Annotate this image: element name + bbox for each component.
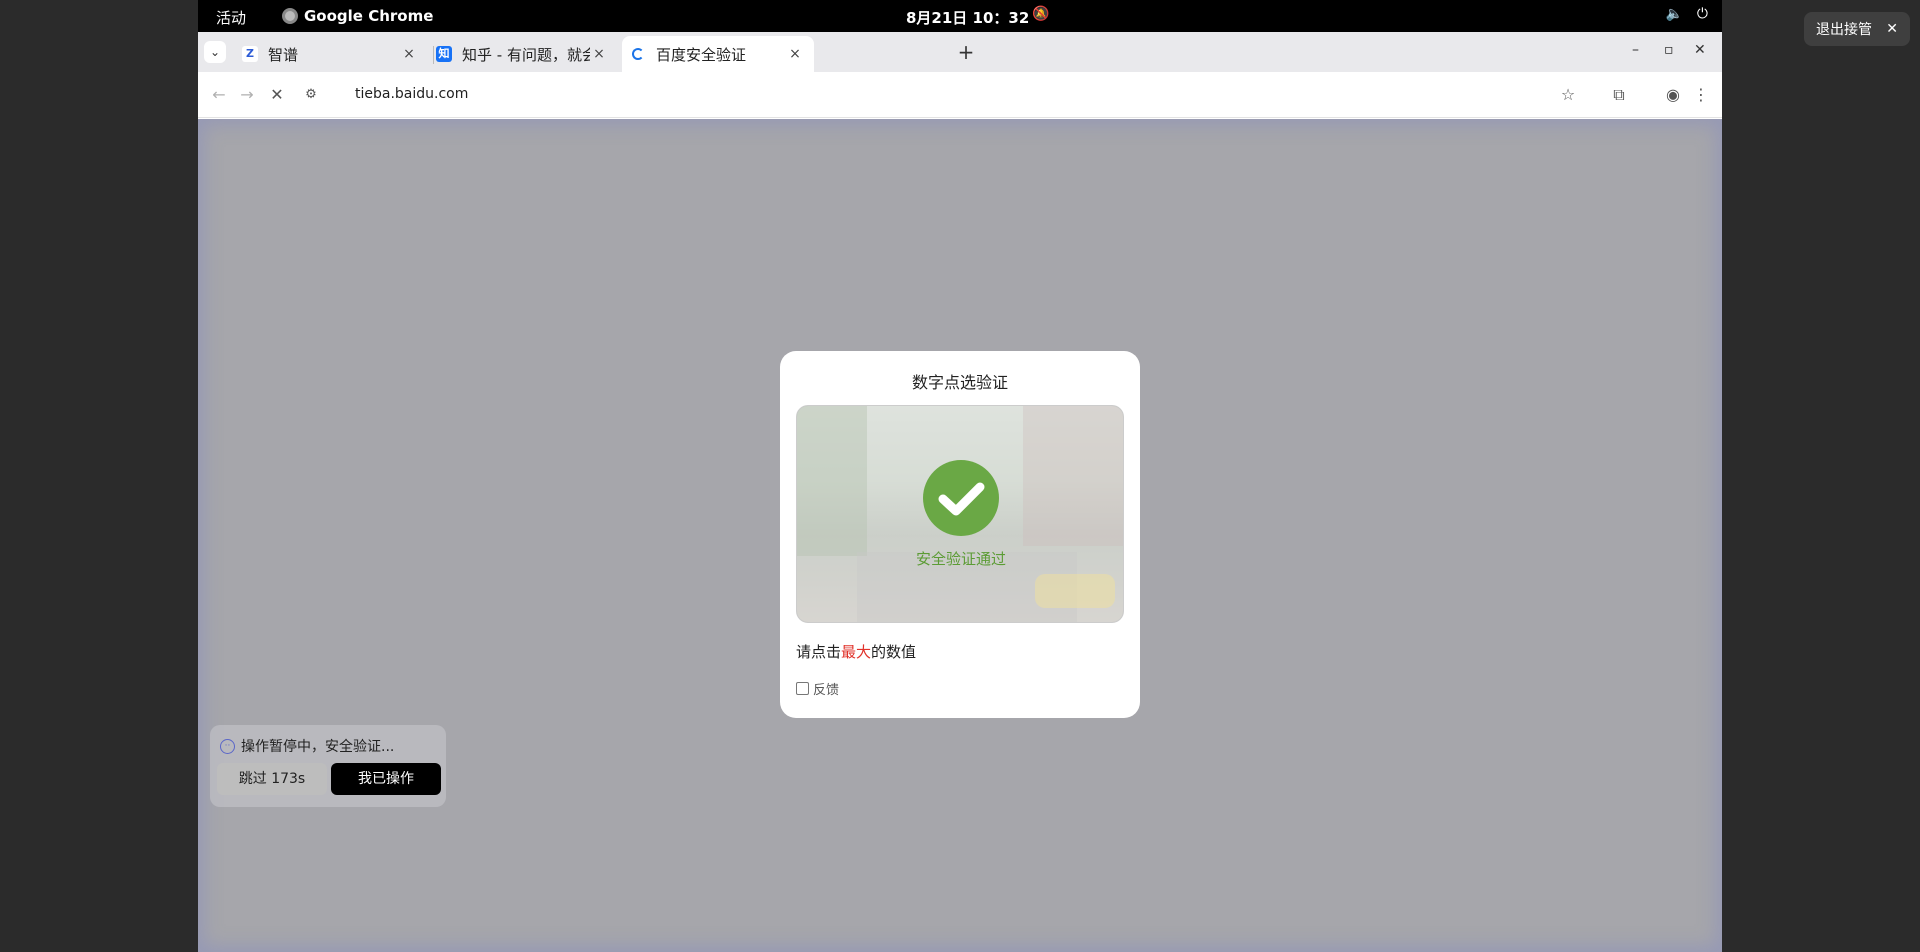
done-button[interactable]: 我已操作 [331, 763, 441, 795]
volume-icon: 🔈 [1665, 6, 1683, 22]
success-check-icon [923, 460, 999, 536]
close-icon: ✕ [1886, 21, 1898, 37]
stop-loading-icon[interactable]: ✕ [266, 84, 288, 106]
minimize-icon[interactable]: – [1632, 42, 1639, 58]
captcha-dialog: 数字点选验证 安全验证通过 请点击最大的数值 反馈 [780, 351, 1140, 718]
loading-spinner-icon [632, 48, 644, 60]
power-icon: ⏻ [1696, 6, 1708, 22]
tab-close-icon[interactable]: × [590, 46, 608, 62]
extensions-icon[interactable]: ⧉ [1608, 84, 1630, 106]
zhipu-favicon-icon: Z [242, 46, 258, 62]
feedback-icon [796, 682, 809, 695]
paused-panel: ·· 操作暂停中，安全验证... 跳过 173s 我已操作 [210, 725, 446, 807]
tab-zhipu[interactable]: Z 智谱 × [232, 36, 428, 72]
exit-takeover-button[interactable]: 退出接管 ✕ [1804, 12, 1910, 46]
window-close-icon[interactable]: ✕ [1694, 42, 1706, 58]
clock[interactable]: 8月21日 10：32 [906, 7, 1029, 28]
tab-title: 智谱 [268, 45, 299, 64]
browser-toolbar: ← → ✕ ⚙ tieba.baidu.com ☆ ⧉ ◉ ⋮ [198, 72, 1722, 118]
verification-passed-text: 安全验证通过 [915, 550, 1006, 568]
paused-status-text: 操作暂停中，安全验证... [241, 739, 395, 755]
profile-icon[interactable]: ◉ [1662, 84, 1684, 106]
bell-muted-icon: 🔕 [1032, 6, 1050, 22]
tab-strip: ⌄ Z 智谱 × 知 知乎 - 有问题，就会有答案 × 百度安全验证 × + –… [198, 32, 1722, 72]
tab-title: 知乎 - 有问题，就会有答案 [462, 45, 590, 64]
instruction-suffix: 的数值 [871, 643, 917, 661]
tab-search-button[interactable]: ⌄ [204, 41, 226, 63]
system-menu[interactable]: 🔈 ⏻ [1665, 6, 1708, 22]
page-overlay: 数字点选验证 安全验证通过 请点击最大的数值 反馈 ·· 操作暂停中，安全验证.… [198, 119, 1722, 952]
activities-button[interactable]: 活动 [216, 7, 246, 28]
zhihu-favicon-icon: 知 [436, 46, 452, 62]
tab-title: 百度安全验证 [656, 45, 747, 64]
chrome-menu-icon[interactable]: ⋮ [1690, 84, 1712, 106]
feedback-link[interactable]: 反馈 [796, 679, 839, 698]
exit-takeover-label: 退出接管 [1816, 22, 1872, 38]
captcha-title: 数字点选验证 [911, 373, 1008, 392]
tab-close-icon[interactable]: × [400, 46, 418, 62]
back-icon[interactable]: ← [208, 84, 230, 106]
paused-status: ·· 操作暂停中，安全验证... [220, 736, 394, 756]
browser-window: ⌄ Z 智谱 × 知 知乎 - 有问题，就会有答案 × 百度安全验证 × + –… [198, 32, 1722, 952]
site-info-icon[interactable]: ⚙ [300, 84, 322, 106]
instruction-highlight: 最大 [841, 643, 872, 661]
chrome-icon [282, 8, 298, 24]
app-name: Google Chrome [304, 7, 434, 25]
captcha-image[interactable]: 安全验证通过 [796, 405, 1124, 623]
maximize-icon[interactable]: ▫ [1664, 42, 1674, 58]
feedback-label: 反馈 [813, 683, 840, 698]
tab-zhihu[interactable]: 知 知乎 - 有问题，就会有答案 × [426, 36, 618, 72]
address-bar[interactable]: tieba.baidu.com [355, 86, 468, 102]
forward-icon[interactable]: → [236, 84, 258, 106]
captcha-instruction: 请点击最大的数值 [796, 641, 916, 662]
system-top-bar: 活动 Google Chrome 8月21日 10：32 🔕 🔈 ⏻ [198, 0, 1722, 32]
bookmark-star-icon[interactable]: ☆ [1557, 84, 1579, 106]
paused-status-icon: ·· [220, 738, 235, 754]
app-menu[interactable]: Google Chrome [282, 7, 433, 25]
skip-button[interactable]: 跳过 173s [217, 763, 327, 795]
new-tab-button[interactable]: + [954, 41, 978, 65]
tab-baidu-verify[interactable]: 百度安全验证 × [622, 36, 814, 72]
instruction-prefix: 请点击 [796, 643, 842, 661]
tab-close-icon[interactable]: × [786, 46, 804, 62]
